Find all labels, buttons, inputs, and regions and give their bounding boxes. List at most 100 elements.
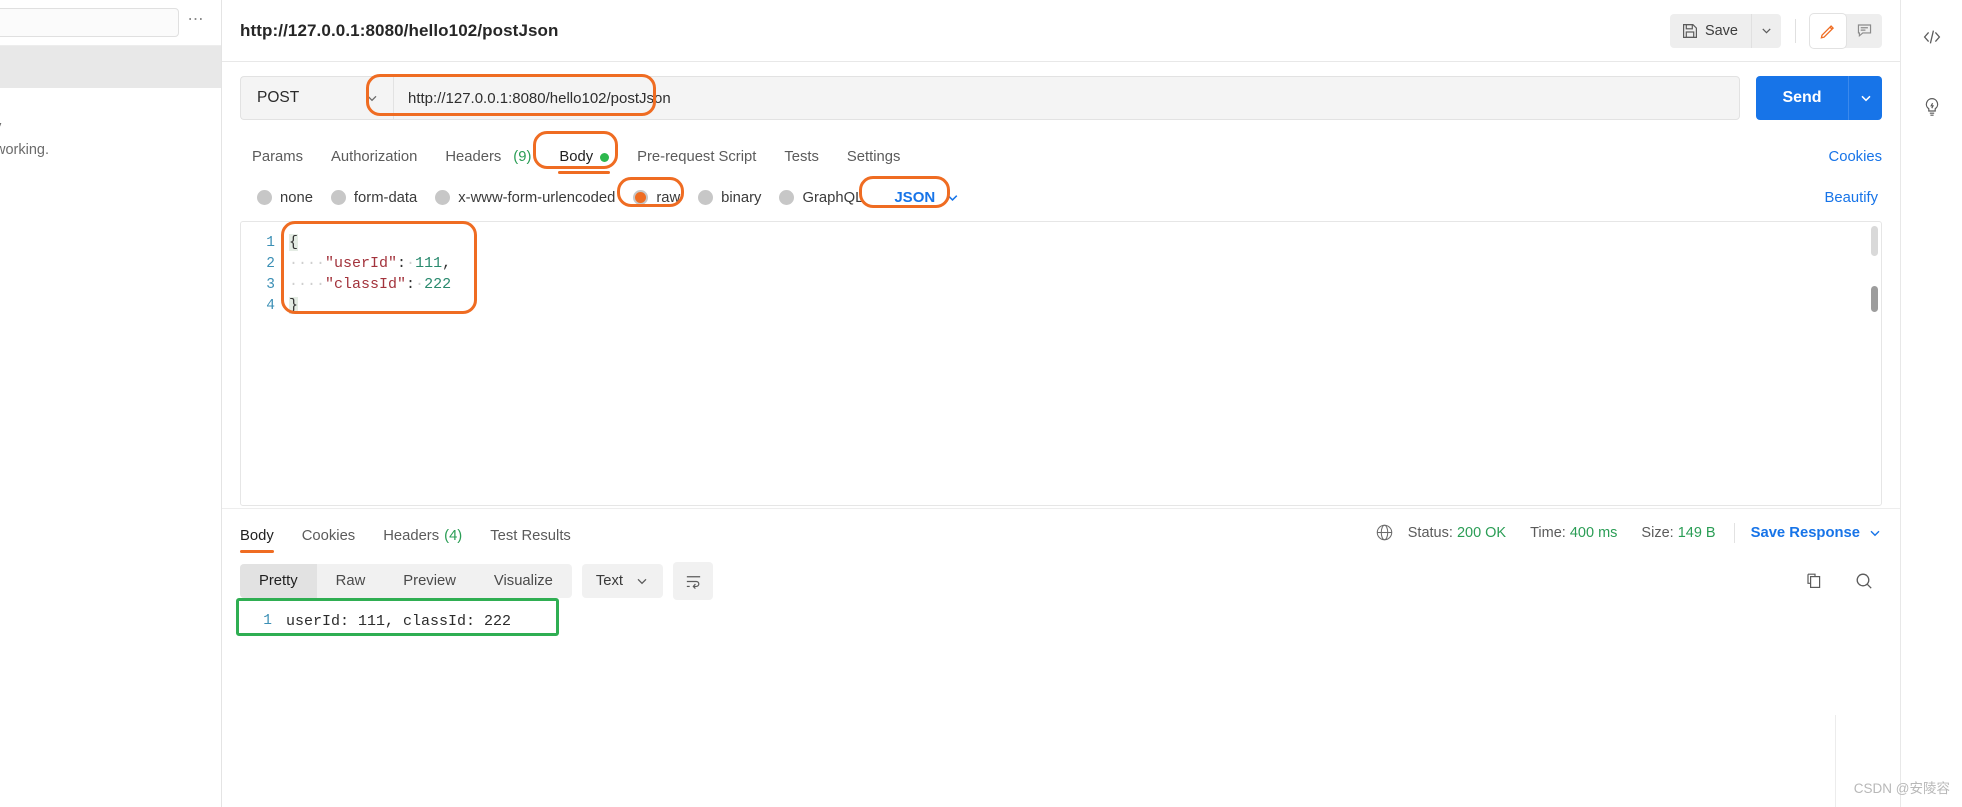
body-format-select[interactable]: JSON: [884, 186, 970, 209]
status-label: Status:: [1407, 524, 1453, 541]
sidebar-search-input[interactable]: [0, 8, 179, 37]
view-mode-toggle: [1810, 13, 1882, 48]
json-colon: :: [397, 255, 407, 272]
cookies-link[interactable]: Cookies: [1829, 149, 1882, 176]
body-type-label: form-data: [353, 189, 418, 206]
tab-headers[interactable]: Headers (9): [431, 149, 545, 176]
word-wrap-icon[interactable]: [673, 562, 713, 600]
tab-params[interactable]: Params: [240, 149, 317, 176]
tab-label: Settings: [846, 149, 901, 165]
save-button-group: Save: [1669, 13, 1781, 48]
line-content: }: [289, 297, 299, 314]
search-icon[interactable]: [1854, 571, 1874, 591]
chevron-down-icon: [1868, 526, 1882, 540]
size-label: Size:: [1641, 524, 1674, 541]
tab-settings[interactable]: Settings: [833, 149, 914, 176]
editor-scrollbar-thumb[interactable]: [1871, 286, 1878, 312]
response-body-actions: [1804, 571, 1882, 591]
tab-label: Headers: [445, 149, 502, 165]
tab-body[interactable]: Body: [545, 149, 623, 176]
globe-icon: [1375, 523, 1394, 542]
save-response-button[interactable]: Save Response: [1741, 525, 1882, 541]
postman-window: ⋯ mpty tart working. http://127.0.0.1:80…: [0, 0, 1962, 807]
comment-button[interactable]: [1846, 14, 1882, 48]
send-button[interactable]: Send: [1756, 76, 1848, 120]
line-number: 1: [266, 234, 275, 251]
response-time: Time: 400 ms: [1518, 525, 1629, 541]
tab-authorization[interactable]: Authorization: [317, 149, 431, 176]
request-body-editor[interactable]: 1 { 2 ····"userId":·111, 3 ····"classId"…: [240, 221, 1882, 506]
response-size: Size: 149 B: [1629, 525, 1727, 541]
json-key: "userId": [325, 255, 398, 272]
line-content: {: [289, 234, 299, 251]
save-response-label: Save Response: [1750, 524, 1860, 541]
tab-label: Body: [559, 149, 594, 165]
watermark-rule: [1835, 715, 1836, 807]
response-tab-test-results[interactable]: Test Results: [476, 528, 585, 556]
tab-label: Cookies: [301, 528, 356, 544]
radio-icon: [257, 190, 272, 205]
response-tab-cookies[interactable]: Cookies: [288, 528, 369, 556]
meta-divider: [1733, 522, 1735, 543]
tab-label: Params: [252, 149, 303, 165]
body-type-x-www-form-urlencoded[interactable]: x-www-form-urlencoded: [426, 187, 624, 209]
sidebar-empty-line-1: mpty: [0, 116, 221, 139]
request-tab-bar: Params Authorization Headers (9) Body Pr…: [222, 134, 1900, 176]
floppy-disk-icon: [1682, 23, 1698, 39]
view-mode-visualize[interactable]: Visualize: [475, 564, 572, 598]
radio-icon: [698, 190, 714, 205]
view-mode-preview[interactable]: Preview: [384, 564, 475, 598]
body-type-graphql[interactable]: GraphQL: [770, 187, 872, 209]
more-horizontal-icon[interactable]: ⋯: [179, 11, 213, 31]
main-panel: http://127.0.0.1:8080/hello102/postJson …: [222, 0, 1900, 807]
tab-label: Authorization: [330, 149, 418, 165]
code-brackets-icon[interactable]: [1913, 18, 1951, 56]
response-tab-headers[interactable]: Headers (4): [369, 528, 476, 556]
url-input[interactable]: http://127.0.0.1:8080/hello102/postJson: [393, 76, 1740, 120]
comment-icon: [1856, 22, 1873, 39]
body-type-form-data[interactable]: form-data: [322, 187, 426, 209]
open-brace: {: [289, 234, 299, 251]
edit-request-button[interactable]: [1810, 13, 1846, 48]
json-value: 111: [415, 255, 443, 272]
editor-content: 1 { 2 ····"userId":·111, 3 ····"classId"…: [241, 222, 1881, 505]
send-options-button[interactable]: [1848, 76, 1882, 120]
tab-label: Headers: [383, 528, 440, 544]
tab-tests[interactable]: Tests: [770, 149, 833, 176]
body-type-raw[interactable]: raw: [624, 187, 689, 209]
watermark: CSDN @安陵容: [1853, 781, 1950, 796]
editor-line: 4 }: [241, 295, 1881, 316]
response-body-viewer[interactable]: 1 userId: 111, classId: 222: [240, 608, 1882, 807]
beautify-link[interactable]: Beautify: [1825, 190, 1882, 206]
editor-scrollbar-thumb-top[interactable]: [1871, 226, 1878, 256]
indent-guide: ····: [289, 255, 326, 272]
tab-pre-request-script[interactable]: Pre-request Script: [623, 149, 770, 176]
sidebar-empty-line-2: tart working.: [0, 142, 49, 158]
view-mode-pretty[interactable]: Pretty: [240, 564, 317, 598]
http-method-value: POST: [257, 89, 300, 106]
response-body-text: userId: 111, classId: 222: [286, 612, 512, 630]
view-mode-raw[interactable]: Raw: [317, 564, 385, 598]
body-type-binary[interactable]: binary: [689, 187, 770, 209]
tab-label: Test Results: [490, 528, 571, 544]
response-status-bar: Body Cookies Headers (4) Test Results St…: [222, 508, 1900, 556]
body-type-label: x-www-form-urlencoded: [458, 189, 616, 206]
chevron-down-icon: [365, 91, 379, 105]
sidebar-empty-state: mpty tart working.: [0, 88, 221, 162]
http-method-select[interactable]: POST: [240, 76, 393, 120]
response-format-value: Text: [595, 573, 623, 589]
url-input-value: http://127.0.0.1:8080/hello102/postJson: [408, 89, 671, 107]
url-bar: POST http://127.0.0.1:8080/hello102/post…: [222, 62, 1900, 134]
close-brace: }: [289, 297, 299, 314]
response-tab-body[interactable]: Body: [240, 528, 288, 556]
response-format-select[interactable]: Text: [581, 564, 663, 598]
send-button-group: Send: [1756, 76, 1882, 120]
body-type-label: binary: [721, 189, 762, 206]
copy-icon[interactable]: [1804, 571, 1824, 591]
response-view-mode-group: Pretty Raw Preview Visualize: [240, 564, 572, 598]
body-type-none[interactable]: none: [248, 187, 322, 209]
save-button[interactable]: Save: [1669, 13, 1751, 48]
save-options-button[interactable]: [1751, 13, 1781, 48]
body-type-label: none: [280, 189, 313, 206]
lightbulb-icon[interactable]: [1913, 88, 1951, 126]
